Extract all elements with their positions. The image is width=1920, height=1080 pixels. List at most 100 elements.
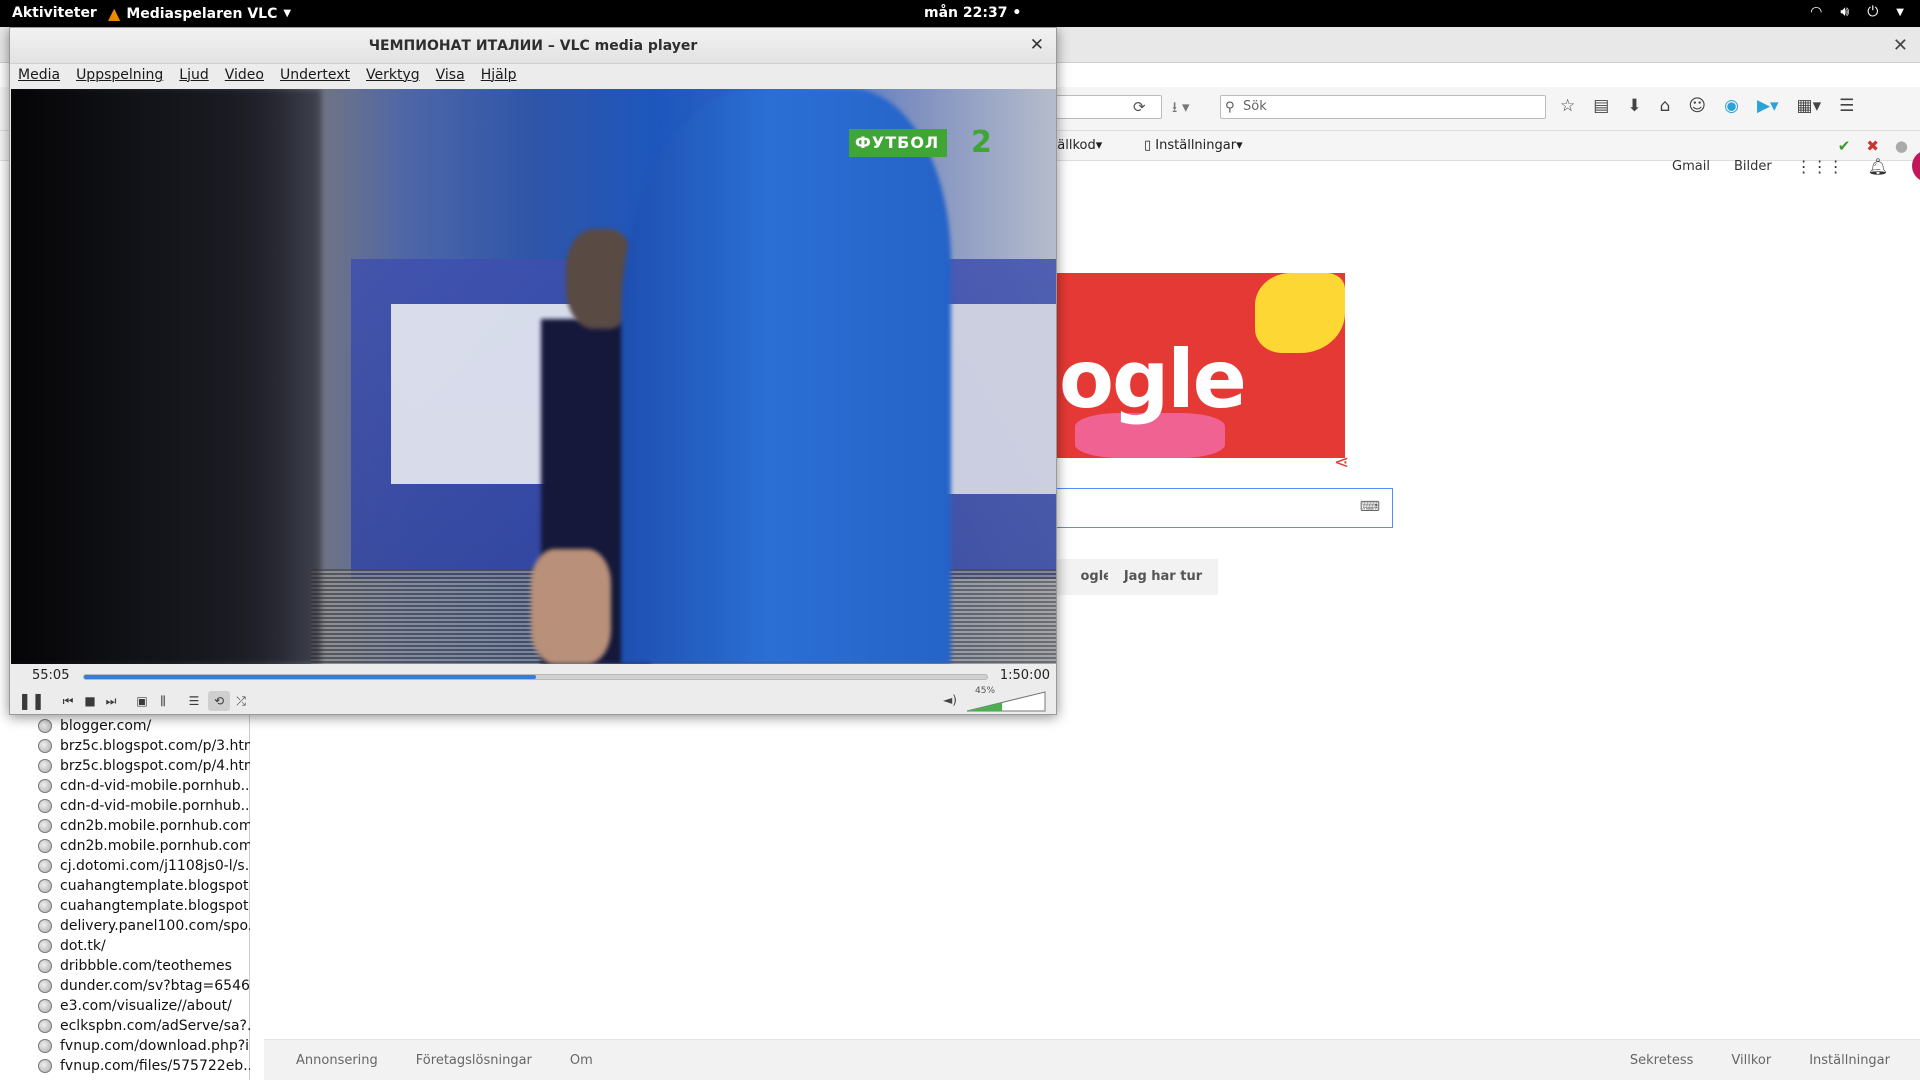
play-icon[interactable]: ▶▾ [1757, 96, 1779, 116]
close-icon[interactable]: ✕ [1893, 35, 1908, 56]
list-item-label: cuahangtemplate.blogspot.... [60, 878, 250, 894]
footer-link-terms[interactable]: Villkor [1731, 1053, 1771, 1068]
extension-icon[interactable]: ▦▾ [1797, 96, 1822, 116]
google-doodle[interactable]: ogle [1055, 273, 1345, 458]
mute-icon[interactable]: ◄) [943, 693, 957, 707]
list-item[interactable]: dunder.com/sv?btag=6546... [38, 976, 250, 996]
list-item[interactable]: cuahangtemplate.blogspot.... [38, 876, 250, 896]
system-tray[interactable]: ◠ 🔊︎ ⏻ ▼ [1810, 4, 1904, 20]
globe-icon [38, 739, 52, 753]
list-item[interactable]: eclkspbn.com/adServe/sa?... [38, 1016, 250, 1036]
list-item[interactable]: blogger.com/ [38, 716, 250, 736]
list-item[interactable]: cdn-d-vid-mobile.pornhub.... [38, 796, 250, 816]
list-item[interactable]: cdn2b.mobile.pornhub.com... [38, 836, 250, 856]
globe-icon [38, 1039, 52, 1053]
globe-icon [38, 1019, 52, 1033]
search-placeholder: Sök [1243, 99, 1267, 114]
pause-button[interactable]: ❚❚ [18, 691, 45, 711]
menu-media[interactable]: Media [18, 67, 60, 83]
shuffle-button[interactable]: ⤮ [233, 691, 249, 711]
keyboard-icon[interactable]: ⌨ [1360, 499, 1380, 515]
list-item[interactable]: cj.dotomi.com/j1108js0-l/s... [38, 856, 250, 876]
menu-icon[interactable]: ☰ [1839, 96, 1854, 116]
avatar[interactable]: y [1912, 150, 1920, 182]
vlc-window: ЧЕМПИОНАТ ИТАЛИИ – VLC media player ✕ Me… [9, 27, 1057, 715]
list-item[interactable]: e3.com/visualize//about/ [38, 996, 250, 1016]
wifi-icon: ◠ [1810, 4, 1823, 20]
list-item[interactable]: dribbble.com/teothemes [38, 956, 250, 976]
bookmark-settings[interactable]: ▯ Inställningar▾ [1144, 138, 1243, 153]
search-input[interactable]: ⚲ Sök [1220, 95, 1546, 119]
blue-player-figure [621, 89, 951, 664]
close-icon[interactable]: ✕ [1030, 35, 1044, 55]
extended-settings-button[interactable]: ⫼ [155, 691, 171, 711]
previous-button[interactable]: ⏮ [60, 691, 76, 711]
app-menu[interactable]: ▲ Mediaspelaren VLC ▼ [108, 4, 291, 23]
downloads-icon[interactable]: ⬇ [1627, 96, 1641, 116]
home-icon[interactable]: ⌂ [1660, 96, 1671, 116]
stop-button[interactable]: ■ [82, 691, 98, 711]
list-item[interactable]: brz5c.blogspot.com/p/3.html [38, 736, 250, 756]
lucky-button[interactable]: Jag har tur [1108, 559, 1218, 595]
download-icon[interactable]: ⭳ ▾ [1172, 97, 1190, 122]
bookmark-settings-label: Inställningar [1155, 138, 1237, 153]
bookmark-star-icon[interactable]: ☆ [1560, 96, 1575, 116]
bookmark-source[interactable]: källkod▾ [1050, 138, 1102, 153]
doodle-word: ogle [1059, 333, 1247, 426]
menu-audio[interactable]: Ljud [179, 67, 208, 83]
footer-link-settings[interactable]: Inställningar [1809, 1053, 1890, 1068]
list-item[interactable]: fvnup.com/files/575722eb... [38, 1056, 250, 1076]
globe-icon [38, 919, 52, 933]
activities-button[interactable]: Aktiviteter [12, 5, 97, 21]
images-link[interactable]: Bilder [1734, 159, 1772, 174]
sync-icon[interactable]: ◉ [1724, 96, 1739, 116]
menu-subtitle[interactable]: Undertext [280, 67, 350, 83]
reading-list-icon[interactable]: ▤ [1593, 96, 1609, 116]
seek-slider[interactable] [83, 674, 988, 680]
footer-link-about[interactable]: Om [570, 1053, 593, 1068]
gmail-link[interactable]: Gmail [1672, 159, 1710, 174]
footer-link-business[interactable]: Företagslösningar [416, 1053, 532, 1068]
next-button[interactable]: ⏭ [103, 691, 119, 711]
playlist-button[interactable]: ☰ [186, 691, 202, 711]
fullscreen-button[interactable]: ▣ [134, 691, 150, 711]
list-item-label: cdn-d-vid-mobile.pornhub.... [60, 778, 250, 794]
history-list: blogger.com/ brz5c.blogspot.com/p/3.html… [38, 716, 250, 1076]
list-item-label: eclkspbn.com/adServe/sa?... [60, 1018, 250, 1034]
list-item[interactable]: dot.tk/ [38, 936, 250, 956]
menu-playback[interactable]: Uppspelning [76, 67, 163, 83]
menu-video[interactable]: Video [225, 67, 264, 83]
clock[interactable]: mån 22:37 • [924, 5, 1021, 21]
list-item[interactable]: brz5c.blogspot.com/p/4.html [38, 756, 250, 776]
list-item[interactable]: delivery.panel100.com/spo... [38, 916, 250, 936]
google-search-input[interactable]: ⌨ [1055, 488, 1393, 528]
reload-icon[interactable]: ⟳ [1133, 98, 1146, 116]
loop-button[interactable]: ⟲ [208, 691, 230, 711]
menu-help[interactable]: Hjälp [481, 67, 517, 83]
apps-grid-icon[interactable]: ⋮⋮⋮ [1796, 157, 1844, 176]
footer-link-privacy[interactable]: Sekretess [1630, 1053, 1693, 1068]
google-header-links: Gmail Bilder ⋮⋮⋮ 🔔︎ y [1672, 150, 1920, 182]
chat-icon[interactable]: ☺ [1688, 96, 1706, 116]
google-footer: Annonsering Företagslösningar Om Sekrete… [264, 1039, 1920, 1080]
coach-arm [531, 549, 611, 664]
globe-icon [38, 819, 52, 833]
list-item[interactable]: cuahangtemplate.blogspot.... [38, 896, 250, 916]
list-item-label: brz5c.blogspot.com/p/3.html [60, 738, 250, 754]
list-item[interactable]: cdn-d-vid-mobile.pornhub.... [38, 776, 250, 796]
seek-row: 55:05 1:50:00 [10, 665, 1056, 685]
list-item-label: cuahangtemplate.blogspot.... [60, 898, 250, 914]
list-item[interactable]: cdn2b.mobile.pornhub.com... [38, 816, 250, 836]
vlc-titlebar[interactable]: ЧЕМПИОНАТ ИТАЛИИ – VLC media player ✕ [10, 28, 1056, 64]
footer-link-advertising[interactable]: Annonsering [296, 1053, 378, 1068]
share-icon[interactable]: ⋖ [1334, 452, 1349, 473]
list-item-label: dribbble.com/teothemes [60, 958, 232, 974]
list-item[interactable]: fvnup.com/download.php?i... [38, 1036, 250, 1056]
video-frame[interactable]: ФУТБОЛ 2 [11, 89, 1056, 664]
globe-icon [38, 1059, 52, 1073]
notifications-icon[interactable]: 🔔︎ [1868, 157, 1888, 176]
list-item-label: brz5c.blogspot.com/p/4.html [60, 758, 250, 774]
globe-icon [38, 839, 52, 853]
menu-view[interactable]: Visa [436, 67, 465, 83]
menu-tools[interactable]: Verktyg [366, 67, 420, 83]
